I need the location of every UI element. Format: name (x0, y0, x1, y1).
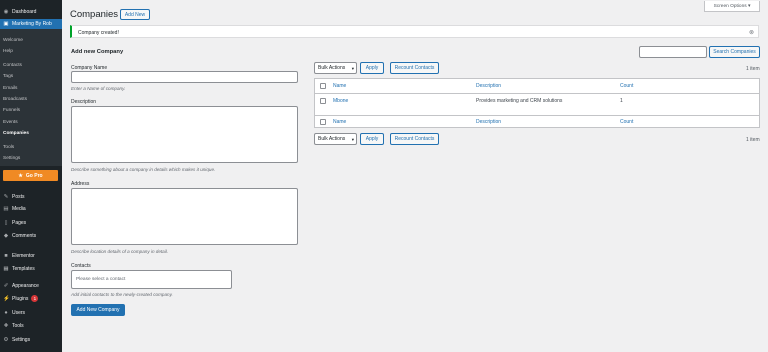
sidebar-item-appearance[interactable]: ✐ Appearance (0, 280, 62, 291)
search-companies-button[interactable]: Search Companies (709, 46, 760, 58)
select-all-checkbox-footer[interactable] (320, 119, 326, 125)
column-footer-description[interactable]: Description (476, 119, 501, 125)
sidebar-item-templates[interactable]: ▦ Templates (0, 263, 62, 274)
address-textarea[interactable] (71, 188, 298, 245)
templates-icon: ▦ (3, 265, 9, 272)
screen-options-button[interactable]: Screen Options ▾ (704, 1, 760, 12)
sidebar-item-media[interactable]: ▤ Media (0, 203, 62, 214)
tools-icon: ✚ (3, 322, 9, 329)
apply-button-top[interactable]: Apply (360, 62, 384, 74)
add-new-company-button[interactable]: Add New Company (71, 304, 125, 316)
search-companies-input[interactable] (639, 46, 707, 58)
submenu-emails[interactable]: Emails (3, 86, 17, 91)
company-name-hint: Enter a Name of company. (71, 86, 126, 91)
column-header-name[interactable]: Name (333, 83, 346, 89)
comments-icon: ◆ (3, 232, 9, 239)
chevron-down-icon: ▾ (351, 65, 354, 71)
column-header-count[interactable]: Count (620, 83, 633, 89)
recount-contacts-button-top[interactable]: Recount Contacts (390, 62, 439, 74)
main-content: Companies Add New Screen Options ▾ Compa… (62, 0, 768, 352)
submenu-broadcasts[interactable]: Broadcasts (3, 97, 27, 102)
pin-icon: ✎ (3, 193, 9, 200)
plugins-icon: ⚡ (3, 295, 10, 302)
sidebar-item-posts[interactable]: ✎ Posts (0, 191, 62, 202)
company-count: 1 (620, 98, 623, 104)
description-hint: Describe something about a company in de… (71, 167, 216, 172)
submenu-tools[interactable]: Tools (3, 145, 14, 150)
star-icon: ★ (18, 172, 23, 179)
submenu-contacts[interactable]: Contacts (3, 63, 22, 68)
go-pro-button[interactable]: ★ Go Pro (3, 170, 58, 181)
submenu-tags[interactable]: Tags (3, 74, 13, 79)
sidebar-item-tools[interactable]: ✚ Tools (0, 320, 62, 331)
item-count-bottom: 1 item (746, 137, 760, 143)
sidebar-item-users[interactable]: ● Users (0, 307, 62, 318)
notice-text: Company created! (78, 29, 119, 36)
submenu-funnels[interactable]: Funnels (3, 108, 20, 113)
form-heading: Add new Company (71, 49, 124, 55)
submenu-welcome[interactable]: Welcome (3, 38, 23, 43)
sidebar-item-plugins[interactable]: ⚡ Plugins 1 (0, 293, 62, 304)
contacts-select[interactable]: Please select a contact (71, 270, 232, 289)
item-count-top: 1 item (746, 66, 760, 72)
address-label: Address (71, 181, 90, 187)
column-footer-count[interactable]: Count (620, 119, 633, 125)
column-footer-name[interactable]: Name (333, 119, 346, 125)
bulk-actions-select-bottom[interactable]: Bulk Actions ▾ (314, 133, 357, 145)
admin-sidebar: ◉ Dashboard ▣ Marketing By Rob Welcome H… (0, 0, 62, 352)
submenu-settings[interactable]: Settings (3, 156, 20, 161)
footer-divider (315, 115, 760, 116)
select-all-checkbox[interactable] (320, 83, 326, 89)
users-icon: ● (4, 309, 8, 316)
settings-icon: ⚙ (3, 336, 9, 343)
add-new-button[interactable]: Add New (120, 9, 150, 20)
appearance-icon: ✐ (3, 282, 9, 289)
company-name-link[interactable]: Mbone (333, 98, 348, 104)
table-row: Mbone Provides marketing and CRM solutio… (315, 94, 760, 115)
plugins-update-badge: 1 (31, 295, 39, 302)
success-notice: Company created! ⊗ (70, 25, 759, 38)
sidebar-item-marketing[interactable]: ▣ Marketing By Rob (0, 19, 62, 29)
sidebar-item-comments[interactable]: ◆ Comments (0, 230, 62, 241)
media-icon: ▤ (3, 205, 9, 212)
address-hint: Describe location details of a company i… (71, 249, 169, 254)
elementor-icon: ■ (4, 252, 8, 259)
company-name-input[interactable] (71, 71, 298, 83)
submenu-help[interactable]: Help (3, 49, 13, 54)
page-title: Companies (70, 9, 119, 20)
chevron-down-icon: ▾ (351, 136, 354, 142)
apply-button-bottom[interactable]: Apply (360, 133, 384, 145)
marketing-icon: ▣ (3, 21, 9, 27)
contacts-label: Contacts (71, 263, 91, 269)
dashboard-icon: ◉ (3, 8, 9, 15)
contacts-placeholder: Please select a contact (76, 277, 126, 282)
sidebar-item-settings[interactable]: ⚙ Settings (0, 334, 62, 345)
recount-contacts-button-bottom[interactable]: Recount Contacts (390, 133, 439, 145)
bulk-actions-select-top[interactable]: Bulk Actions ▾ (314, 62, 357, 74)
companies-table: Name Description Count Mbone Provides ma… (314, 78, 760, 128)
sidebar-item-pages[interactable]: ▯ Pages (0, 217, 62, 228)
submenu-companies[interactable]: Companies (3, 131, 29, 136)
pages-icon: ▯ (4, 219, 8, 226)
description-label: Description (71, 99, 97, 105)
column-header-description[interactable]: Description (476, 83, 501, 89)
dismiss-icon[interactable]: ⊗ (749, 29, 754, 36)
contacts-hint: Add initial contacts to the newly-create… (71, 292, 173, 297)
row-checkbox[interactable] (320, 98, 326, 104)
submenu-events[interactable]: Events (3, 120, 18, 125)
company-description: Provides marketing and CRM solutions (476, 98, 563, 104)
sidebar-item-elementor[interactable]: ■ Elementor (0, 250, 62, 261)
sidebar-item-dashboard[interactable]: ◉ Dashboard (0, 6, 62, 17)
description-textarea[interactable] (71, 106, 298, 163)
